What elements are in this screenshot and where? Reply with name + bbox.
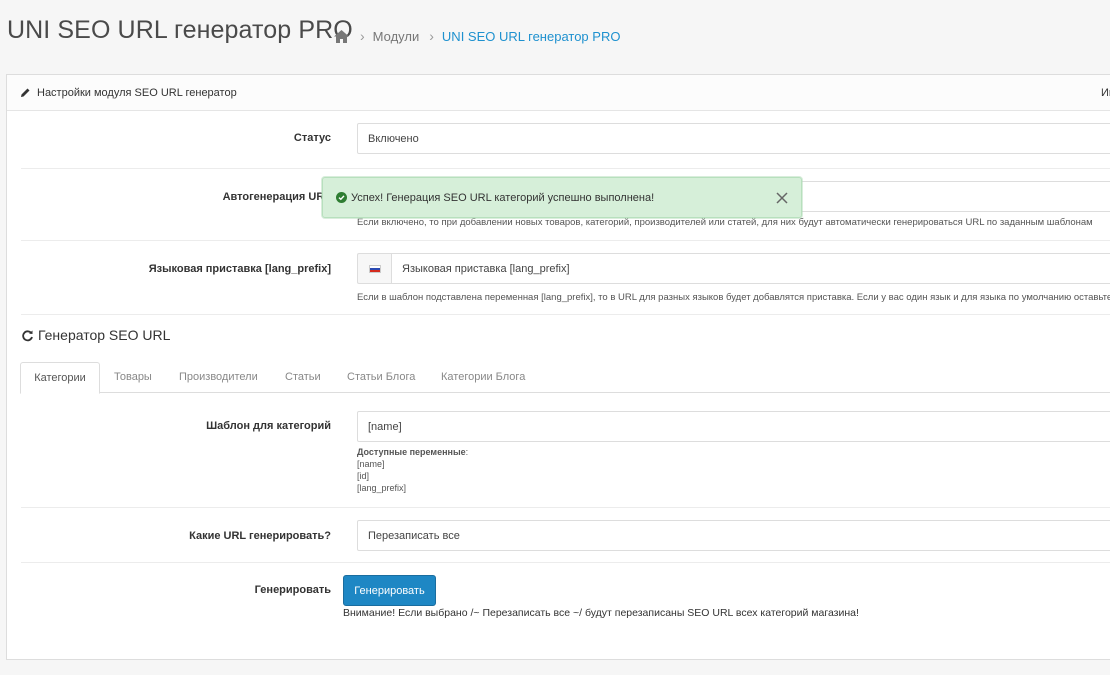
- language-flag-addon: [357, 253, 391, 284]
- vars-title: Доступные переменные: [357, 447, 466, 457]
- template-input[interactable]: [name]: [357, 411, 1110, 442]
- panel-heading: Настройки модуля SEO URL генератор Ин: [7, 75, 1110, 111]
- check-circle-icon: [336, 192, 347, 203]
- tab-manufacturers[interactable]: Производители: [179, 362, 258, 393]
- lang-prefix-help: Если в шаблон подставлена переменная [la…: [357, 292, 1110, 303]
- which-urls-row: Какие URL генерировать? Перезаписать все: [21, 508, 1110, 563]
- tab-articles[interactable]: Статьи: [285, 362, 321, 393]
- var-item: [lang_prefix]: [357, 483, 407, 493]
- autogen-help: Если включено, то при добавлении новых т…: [357, 217, 1093, 228]
- panel-title: Настройки модуля SEO URL генератор: [37, 87, 237, 99]
- tab-products[interactable]: Товары: [114, 362, 152, 393]
- flag-ru-icon: [369, 265, 381, 273]
- generator-tabs: Категории Товары Производители Статьи Ст…: [20, 362, 1110, 394]
- template-vars: Доступные переменные: [name] [id] [lang_…: [357, 446, 468, 494]
- status-select[interactable]: Включено: [357, 123, 1110, 154]
- which-urls-label: Какие URL генерировать?: [189, 530, 331, 542]
- pencil-icon: [20, 87, 31, 98]
- breadcrumb: › Модули › UNI SEO URL генератор PRO: [333, 28, 620, 44]
- success-alert: Успех! Генерация SEO URL категорий успеш…: [322, 177, 802, 218]
- home-icon[interactable]: [333, 29, 350, 44]
- template-label: Шаблон для категорий: [206, 420, 331, 432]
- template-row: Шаблон для категорий [name] Доступные пе…: [21, 400, 1110, 508]
- panel-heading-right-text: Ин: [1101, 87, 1110, 99]
- page-title: UNI SEO URL генератор PRO: [7, 16, 353, 44]
- lang-prefix-input[interactable]: Языковая приставка [lang_prefix]: [391, 253, 1110, 284]
- generate-label: Генерировать: [254, 584, 331, 596]
- alert-text: Успех! Генерация SEO URL категорий успеш…: [351, 192, 655, 204]
- var-item: [id]: [357, 471, 370, 481]
- breadcrumb-separator: ›: [429, 28, 434, 44]
- close-icon[interactable]: [775, 191, 789, 205]
- tab-categories[interactable]: Категории: [20, 362, 100, 394]
- tab-blog-categories[interactable]: Категории Блога: [441, 362, 525, 393]
- breadcrumb-current[interactable]: UNI SEO URL генератор PRO: [442, 29, 621, 44]
- generator-title-text: Генератор SEO URL: [38, 327, 171, 343]
- status-label: Статус: [293, 132, 331, 144]
- vars-colon: :: [465, 447, 469, 457]
- refresh-icon: [21, 329, 34, 342]
- which-urls-select[interactable]: Перезаписать все: [357, 520, 1110, 551]
- var-item: [name]: [357, 459, 385, 469]
- autogen-label: Автогенерация URL: [222, 191, 331, 203]
- breadcrumb-modules[interactable]: Модули: [373, 29, 420, 44]
- page-header: UNI SEO URL генератор PRO › Модули › UNI…: [0, 0, 1110, 66]
- settings-panel: Настройки модуля SEO URL генератор Ин Ст…: [6, 74, 1110, 660]
- generate-warning: Внимание! Если выбрано /~ Перезаписать в…: [343, 607, 859, 619]
- breadcrumb-separator: ›: [360, 28, 365, 44]
- lang-prefix-label: Языковая приставка [lang_prefix]: [148, 263, 331, 275]
- generate-button[interactable]: Генерировать: [343, 575, 436, 606]
- generator-title: Генератор SEO URL: [21, 327, 170, 343]
- tab-blog-articles[interactable]: Статьи Блога: [347, 362, 415, 393]
- status-row: Статус Включено: [21, 111, 1110, 169]
- lang-prefix-row: Языковая приставка [lang_prefix] Языкова…: [21, 241, 1110, 315]
